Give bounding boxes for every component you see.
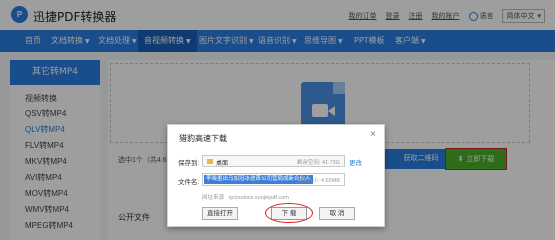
save-to-label: 保存到: [178, 160, 200, 167]
file-size-text: 文件大小: 4.65MB [295, 178, 340, 184]
free-space-text: 剩余空间: 41.73G [296, 160, 340, 166]
cancel-button[interactable]: 取 消 [319, 207, 355, 220]
open-directly-button[interactable]: 直接打开 [202, 207, 238, 220]
source-url-label: 网址来源 [202, 195, 225, 201]
dialog-title: 猎豹高速下载 [179, 134, 227, 143]
close-icon[interactable]: × [370, 129, 376, 140]
save-path-field[interactable]: 桌面 剩余空间: 41.73G [202, 155, 345, 167]
save-path-value: 桌面 [216, 161, 229, 167]
source-url-row: 网址来源 qcloudoss.xunjiepdf.com [202, 193, 289, 201]
filename-label: 文件名: [178, 179, 200, 186]
highlight-circle [265, 203, 313, 223]
source-url-value: qcloudoss.xunjiepdf.com [228, 195, 289, 201]
filename-input[interactable]: 李晓墨出马加冠冰途首公司营局成新合伙人 文件大小: 4.65MB [202, 173, 345, 186]
change-path-link[interactable]: 更改 [349, 157, 362, 167]
folder-icon [207, 159, 213, 164]
download-dialog: 猎豹高速下载 × 保存到: 桌面 剩余空间: 41.73G 更改 文件名: 李晓… [167, 124, 385, 227]
